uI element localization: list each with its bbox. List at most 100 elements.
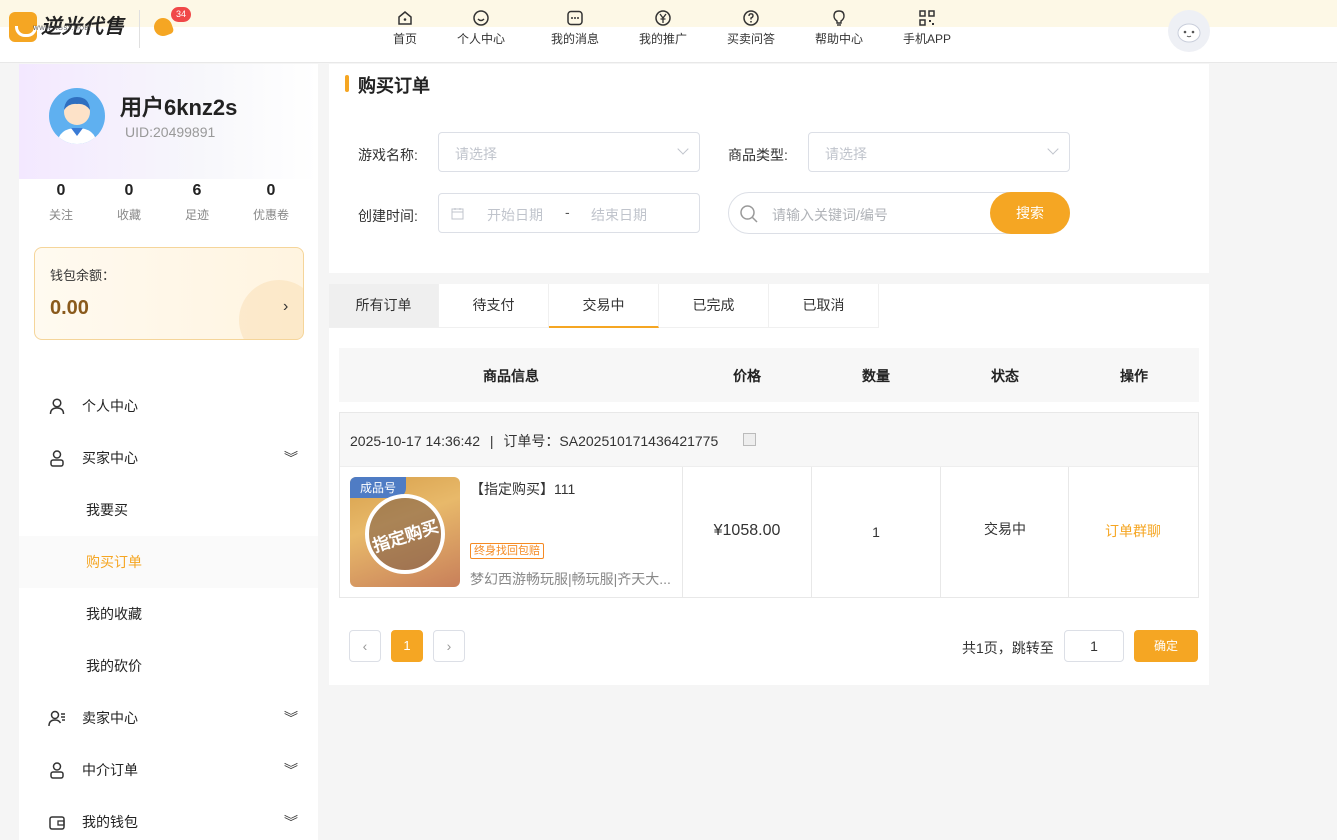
nav-app[interactable]: 手机APP bbox=[884, 9, 970, 47]
search-button[interactable]: 搜索 bbox=[990, 192, 1070, 234]
tab-cancelled[interactable]: 已取消 bbox=[769, 284, 879, 328]
username: 用户6knz2s bbox=[120, 95, 238, 120]
stat-history-label: 足迹 bbox=[184, 208, 209, 222]
users-list-icon bbox=[48, 710, 65, 727]
search-icon bbox=[740, 205, 758, 223]
chevron-down-icon: ︾ bbox=[284, 762, 298, 778]
order-header: 2025-10-17 14:36:42 | 订单号：SA202510171436… bbox=[340, 413, 1198, 467]
nav-app-label: 手机APP bbox=[902, 32, 951, 46]
nav-promotion[interactable]: 我的推广 bbox=[618, 9, 708, 47]
sidebar-menu: 个人中心 买家中心 ︾ 我要买 购买订单 我的收藏 我的砍价 卖家中心 ︾ 中介… bbox=[19, 380, 318, 840]
smile-icon bbox=[473, 10, 489, 26]
avatar[interactable] bbox=[49, 88, 105, 144]
nav-help[interactable]: 帮助中心 bbox=[794, 9, 884, 47]
nav-messages[interactable]: 我的消息 bbox=[532, 9, 618, 47]
date-end-input[interactable]: 结束日期 bbox=[591, 205, 647, 225]
sidebar-item-bargain[interactable]: 我的砍价 bbox=[19, 640, 318, 692]
nav-profile[interactable]: 个人中心 bbox=[430, 9, 532, 47]
sidebar-item-label: 我的砍价 bbox=[86, 658, 142, 674]
date-range-picker[interactable]: 开始日期 - 结束日期 bbox=[438, 193, 700, 233]
tab-pending-payment[interactable]: 待支付 bbox=[439, 284, 549, 328]
message-icon bbox=[567, 10, 583, 26]
tab-in-progress[interactable]: 交易中 bbox=[549, 284, 659, 328]
nav-help-label: 帮助中心 bbox=[814, 32, 863, 46]
sidebar-item-profile[interactable]: 个人中心 bbox=[19, 380, 318, 432]
order-tabs: 所有订单 待支付 交易中 已完成 已取消 bbox=[329, 284, 879, 328]
stat-favorites[interactable]: 0 收藏 bbox=[109, 182, 149, 223]
sidebar-item-seller-center[interactable]: 卖家中心 ︾ bbox=[19, 692, 318, 744]
bulb-icon bbox=[833, 10, 845, 26]
stat-history[interactable]: 6 足迹 bbox=[177, 182, 217, 223]
wallet-balance: 0.00 bbox=[50, 297, 89, 319]
sidebar-item-label: 购买订单 bbox=[86, 554, 142, 570]
game-select-placeholder: 请选择 bbox=[455, 146, 497, 162]
sidebar-item-agent-orders[interactable]: 中介订单 ︾ bbox=[19, 744, 318, 796]
wallet-label: 钱包余额： bbox=[50, 268, 116, 283]
sidebar-item-purchase-orders[interactable]: 购买订单 bbox=[19, 536, 318, 588]
prev-page-button[interactable]: ‹ bbox=[349, 630, 381, 662]
orders-panel: 所有订单 待支付 交易中 已完成 已取消 商品信息 价格 数量 状态 操作 20… bbox=[329, 284, 1209, 685]
status-badge: 交易中 bbox=[984, 521, 1026, 537]
sidebar-item-favorites[interactable]: 我的收藏 bbox=[19, 588, 318, 640]
order-card: 2025-10-17 14:36:42 | 订单号：SA202510171436… bbox=[339, 412, 1199, 598]
order-group-chat-link[interactable]: 订单群聊 bbox=[1083, 521, 1183, 541]
sidebar-item-label: 我的钱包 bbox=[82, 814, 138, 830]
type-select-placeholder: 请选择 bbox=[825, 146, 867, 162]
game-select[interactable]: 请选择 bbox=[438, 132, 700, 172]
chevron-right-icon[interactable]: › bbox=[283, 298, 288, 316]
nav-promotion-label: 我的推广 bbox=[638, 32, 687, 46]
next-page-button[interactable]: › bbox=[433, 630, 465, 662]
wallet-card[interactable]: 钱包余额： 0.00 › bbox=[34, 247, 304, 340]
product-name[interactable]: 【指定购买】111 bbox=[470, 479, 575, 499]
notification-bell[interactable]: 34 bbox=[139, 7, 192, 48]
orders-table-header: 商品信息 价格 数量 状态 操作 bbox=[339, 348, 1199, 402]
chevron-down-icon: ︾ bbox=[284, 450, 298, 466]
order-row: 成品号 指定购买 【指定购买】111 终身找回包赔 梦幻西游畅玩服|畅玩服|齐天… bbox=[340, 467, 1198, 597]
tab-all[interactable]: 所有订单 bbox=[329, 284, 439, 328]
product-thumbnail[interactable]: 成品号 指定购买 bbox=[350, 477, 460, 587]
product-guarantee-badge: 终身找回包赔 bbox=[470, 543, 544, 559]
nav-messages-label: 我的消息 bbox=[550, 32, 599, 46]
page-1-button[interactable]: 1 bbox=[391, 630, 423, 662]
page-jump-input[interactable]: 1 bbox=[1064, 630, 1124, 662]
col-price: 价格 bbox=[733, 368, 761, 384]
stat-follow[interactable]: 0 关注 bbox=[41, 182, 81, 223]
game-filter-label: 游戏名称: bbox=[358, 147, 418, 163]
sidebar-item-label: 个人中心 bbox=[82, 398, 138, 414]
stamp-text: 指定购买 bbox=[370, 516, 441, 556]
sidebar-item-buyer-center[interactable]: 买家中心 ︾ bbox=[19, 432, 318, 484]
date-start-input[interactable]: 开始日期 bbox=[487, 205, 543, 225]
stat-follow-value: 0 bbox=[56, 182, 66, 199]
search-placeholder: 请输入关键词/编号 bbox=[772, 207, 888, 223]
copy-icon[interactable] bbox=[743, 433, 756, 446]
stat-coupons-value: 0 bbox=[266, 182, 276, 199]
nav-qa[interactable]: 买卖问答 bbox=[708, 9, 794, 47]
sidebar-item-label: 我的收藏 bbox=[86, 606, 142, 622]
yen-icon bbox=[655, 10, 671, 26]
main-nav: 首页 个人中心 我的消息 我的推广 买卖问答 帮助中心 手机APP bbox=[380, 9, 970, 47]
tab-completed[interactable]: 已完成 bbox=[659, 284, 769, 328]
chevron-down-icon bbox=[677, 143, 689, 155]
chevron-down-icon: ︾ bbox=[284, 814, 298, 830]
product-description: 梦幻西游畅玩服|畅玩服|齐天大... bbox=[470, 571, 671, 587]
order-meta: 2025-10-17 14:36:42 | 订单号：SA202510171436… bbox=[350, 431, 718, 451]
order-price: ¥1058.00 bbox=[713, 522, 781, 539]
user-avatar-button[interactable] bbox=[1168, 10, 1210, 52]
sidebar-item-buy[interactable]: 我要买 bbox=[19, 484, 318, 536]
designated-purchase-stamp: 指定购买 bbox=[365, 494, 445, 574]
stat-favorites-value: 0 bbox=[124, 182, 134, 199]
stat-follow-label: 关注 bbox=[48, 208, 73, 222]
user-icon bbox=[49, 398, 65, 415]
user-avatar-icon bbox=[57, 97, 97, 144]
stat-coupons[interactable]: 0 优惠卷 bbox=[247, 182, 295, 223]
sidebar-item-label: 买家中心 bbox=[82, 450, 138, 466]
user-icon bbox=[50, 762, 64, 779]
nav-home[interactable]: 首页 bbox=[380, 9, 430, 47]
home-icon bbox=[398, 11, 412, 25]
stat-coupons-label: 优惠卷 bbox=[252, 208, 289, 222]
top-navbar: 逆光代售 WWW.NGSY.MOBI 34 首页 个人中心 我的消息 我的推广 … bbox=[0, 0, 1337, 63]
type-select[interactable]: 请选择 bbox=[808, 132, 1070, 172]
bell-icon bbox=[151, 15, 175, 39]
sidebar-item-wallet[interactable]: 我的钱包 ︾ bbox=[19, 796, 318, 840]
page-jump-confirm-button[interactable]: 确定 bbox=[1134, 630, 1198, 662]
